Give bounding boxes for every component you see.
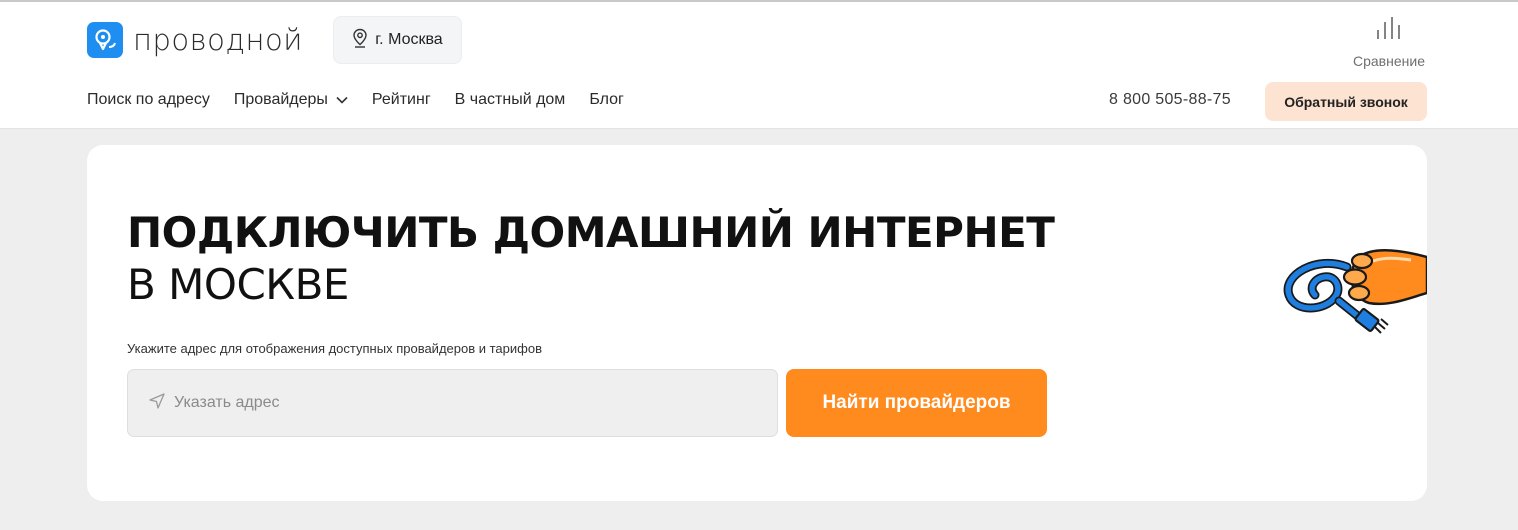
address-input[interactable] <box>174 394 734 412</box>
hero-subtitle: В МОСКВЕ <box>127 260 349 309</box>
phone-link[interactable]: 8 800 505-88-75 <box>1109 91 1231 109</box>
nav-item-private-house[interactable]: В частный дом <box>455 91 566 109</box>
logo-mark-icon <box>87 22 123 58</box>
nav-item-label: Рейтинг <box>371 91 431 108</box>
callback-button[interactable]: Обратный звонок <box>1265 82 1427 121</box>
site-header: проводной г. Москва Сравнение Поиск по а… <box>0 2 1518 129</box>
nav-item-address-search[interactable]: Поиск по адресу <box>87 91 210 109</box>
location-pin-icon <box>352 28 368 53</box>
hero-title: ПОДКЛЮЧИТЬ ДОМАШНИЙ ИНТЕРНЕТ <box>127 208 1055 257</box>
hero-card: ПОДКЛЮЧИТЬ ДОМАШНИЙ ИНТЕРНЕТ В МОСКВЕ Ук… <box>87 145 1427 501</box>
city-selector-button[interactable]: г. Москва <box>333 16 462 64</box>
chevron-down-icon <box>336 91 348 109</box>
nav-item-label: Провайдеры <box>233 91 328 108</box>
send-arrow-icon <box>148 392 166 415</box>
mascot-paw-cable-icon <box>1277 235 1427 360</box>
city-label: г. Москва <box>375 31 443 48</box>
address-hint: Укажите адрес для отображения доступных … <box>127 341 542 356</box>
find-providers-button[interactable]: Найти провайдеров <box>786 369 1047 437</box>
compare-label: Сравнение <box>1353 53 1425 69</box>
nav-item-blog[interactable]: Блог <box>589 91 624 109</box>
compare-button[interactable]: Сравнение <box>1345 16 1433 69</box>
compare-bars-icon <box>1375 16 1403 45</box>
main-nav: Поиск по адресу Провайдеры Рейтинг В час… <box>87 91 624 109</box>
address-field[interactable] <box>127 369 778 437</box>
nav-item-label: Поиск по адресу <box>87 91 210 108</box>
nav-item-label: Блог <box>589 91 624 108</box>
nav-item-rating[interactable]: Рейтинг <box>372 91 431 109</box>
logo[interactable]: проводной <box>87 22 303 58</box>
nav-item-providers[interactable]: Провайдеры <box>234 91 348 109</box>
logo-text: проводной <box>133 23 303 57</box>
nav-item-label: В частный дом <box>454 91 566 108</box>
